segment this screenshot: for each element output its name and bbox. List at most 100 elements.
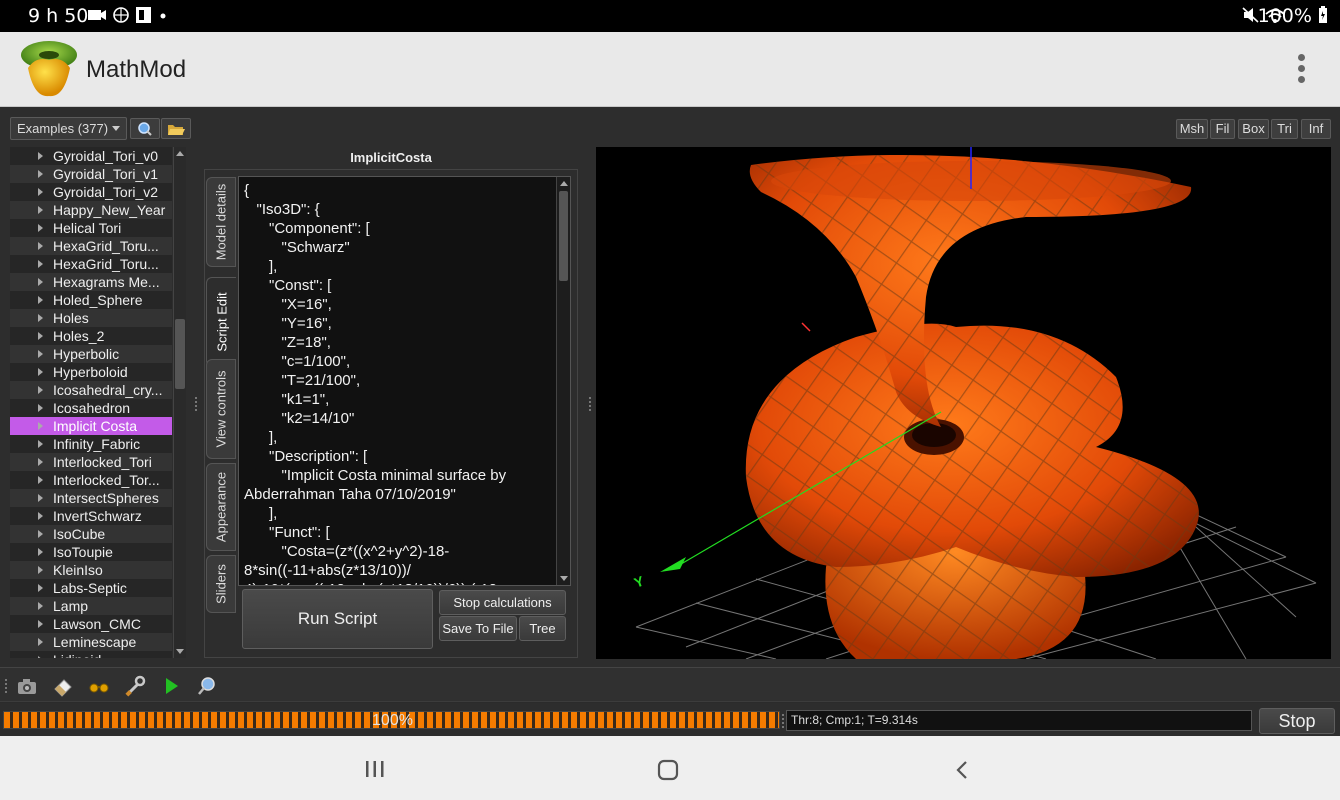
list-item[interactable]: Leminescape [10, 633, 172, 651]
list-item[interactable]: HexaGrid_Toru... [10, 255, 172, 273]
scroll-up-icon[interactable] [560, 181, 568, 186]
expand-arrow-icon[interactable] [38, 494, 43, 502]
expand-arrow-icon[interactable] [38, 368, 43, 376]
expand-arrow-icon[interactable] [38, 314, 43, 322]
scroll-thumb[interactable] [559, 191, 568, 281]
list-item[interactable]: Hyperbolic [10, 345, 172, 363]
expand-arrow-icon[interactable] [38, 170, 43, 178]
list-item[interactable]: IntersectSpheres [10, 489, 172, 507]
list-item[interactable]: Implicit Costa [10, 417, 172, 435]
wrench-icon[interactable] [124, 675, 146, 697]
splitter-handle-left[interactable] [194, 395, 198, 411]
list-item[interactable]: Gyroidal_Tori_v0 [10, 147, 172, 165]
scroll-down-icon[interactable] [560, 576, 568, 581]
stop-button[interactable]: Stop [1259, 708, 1335, 734]
tree-button[interactable]: Tree [519, 616, 566, 641]
expand-arrow-icon[interactable] [38, 530, 43, 538]
stop-calculations-button[interactable]: Stop calculations [439, 590, 566, 615]
model-list-scrollbar[interactable] [173, 147, 186, 658]
open-folder-button[interactable] [161, 118, 191, 139]
expand-arrow-icon[interactable] [38, 440, 43, 448]
toolbar-grip[interactable] [4, 677, 8, 693]
expand-arrow-icon[interactable] [38, 278, 43, 286]
expand-arrow-icon[interactable] [38, 458, 43, 466]
list-item[interactable]: IsoCube [10, 525, 172, 543]
overflow-menu-icon[interactable] [1296, 54, 1306, 86]
eraser-icon[interactable] [52, 675, 74, 697]
scroll-thumb[interactable] [175, 319, 185, 389]
play-icon[interactable] [160, 675, 182, 697]
splitter-handle-right[interactable] [588, 395, 592, 411]
home-icon[interactable] [657, 759, 679, 781]
script-editor-text[interactable]: { "Iso3D": { "Component": [ "Schwarz" ],… [244, 181, 556, 585]
list-item[interactable]: InvertSchwarz [10, 507, 172, 525]
back-icon[interactable] [954, 760, 970, 780]
expand-arrow-icon[interactable] [38, 296, 43, 304]
list-item[interactable]: Gyroidal_Tori_v1 [10, 165, 172, 183]
expand-arrow-icon[interactable] [38, 260, 43, 268]
expand-arrow-icon[interactable] [38, 224, 43, 232]
list-item[interactable]: Holes_2 [10, 327, 172, 345]
examples-dropdown[interactable]: Examples (377) [10, 117, 127, 140]
list-item[interactable]: HexaGrid_Toru... [10, 237, 172, 255]
list-item[interactable]: Lamp [10, 597, 172, 615]
zoom-icon[interactable] [196, 675, 218, 697]
expand-arrow-icon[interactable] [38, 548, 43, 556]
expand-arrow-icon[interactable] [38, 620, 43, 628]
expand-arrow-icon[interactable] [38, 422, 43, 430]
list-item[interactable]: Happy_New_Year [10, 201, 172, 219]
list-item[interactable]: Icosahedral_cry... [10, 381, 172, 399]
expand-arrow-icon[interactable] [38, 602, 43, 610]
triangles-button[interactable]: Tri [1271, 119, 1298, 139]
script-editor-scrollbar[interactable] [556, 177, 570, 585]
list-item[interactable]: Infinity_Fabric [10, 435, 172, 453]
list-item[interactable]: Hexagrams Me... [10, 273, 172, 291]
tab-model-details[interactable]: Model details [206, 177, 236, 267]
list-item[interactable]: IsoToupie [10, 543, 172, 561]
tab-sliders[interactable]: Sliders [206, 555, 236, 613]
3d-viewport[interactable]: Y [596, 147, 1331, 659]
expand-arrow-icon[interactable] [38, 476, 43, 484]
expand-arrow-icon[interactable] [38, 566, 43, 574]
expand-arrow-icon[interactable] [38, 584, 43, 592]
expand-arrow-icon[interactable] [38, 656, 43, 658]
recent-apps-icon[interactable] [364, 760, 386, 778]
list-item[interactable]: Helical Tori [10, 219, 172, 237]
expand-arrow-icon[interactable] [38, 638, 43, 646]
camera-icon[interactable] [16, 675, 38, 697]
expand-arrow-icon[interactable] [38, 512, 43, 520]
expand-arrow-icon[interactable] [38, 152, 43, 160]
tab-script-edit[interactable]: Script Edit [206, 277, 236, 367]
list-item[interactable]: Lidinoid [10, 651, 172, 658]
list-item[interactable]: Holes [10, 309, 172, 327]
status-grip[interactable] [781, 712, 785, 728]
run-script-button[interactable]: Run Script [242, 589, 433, 649]
list-item[interactable]: Interlocked_Tor... [10, 471, 172, 489]
list-item[interactable]: Hyperboloid [10, 363, 172, 381]
save-to-file-button[interactable]: Save To File [439, 616, 517, 641]
expand-arrow-icon[interactable] [38, 242, 43, 250]
info-button[interactable]: Inf [1301, 119, 1331, 139]
list-item[interactable]: Gyroidal_Tori_v2 [10, 183, 172, 201]
scroll-up-icon[interactable] [176, 151, 184, 156]
expand-arrow-icon[interactable] [38, 188, 43, 196]
expand-arrow-icon[interactable] [38, 386, 43, 394]
expand-arrow-icon[interactable] [38, 350, 43, 358]
list-item[interactable]: Labs-Septic [10, 579, 172, 597]
script-editor[interactable]: { "Iso3D": { "Component": [ "Schwarz" ],… [238, 176, 571, 586]
expand-arrow-icon[interactable] [38, 206, 43, 214]
tab-appearance[interactable]: Appearance [206, 463, 236, 551]
scroll-down-icon[interactable] [176, 649, 184, 654]
glasses-icon[interactable] [88, 675, 110, 697]
fill-button[interactable]: Fil [1210, 119, 1235, 139]
mesh-button[interactable]: Msh [1176, 119, 1208, 139]
expand-arrow-icon[interactable] [38, 404, 43, 412]
model-list[interactable]: Gyroidal_Tori_v0 Gyroidal_Tori_v1 Gyroidal… [10, 147, 172, 658]
tab-view-controls[interactable]: View controls [206, 359, 236, 459]
box-button[interactable]: Box [1238, 119, 1269, 139]
list-item[interactable]: KleinIso [10, 561, 172, 579]
list-item[interactable]: Holed_Sphere [10, 291, 172, 309]
expand-arrow-icon[interactable] [38, 332, 43, 340]
list-item[interactable]: Lawson_CMC [10, 615, 172, 633]
search-button[interactable] [130, 118, 160, 139]
